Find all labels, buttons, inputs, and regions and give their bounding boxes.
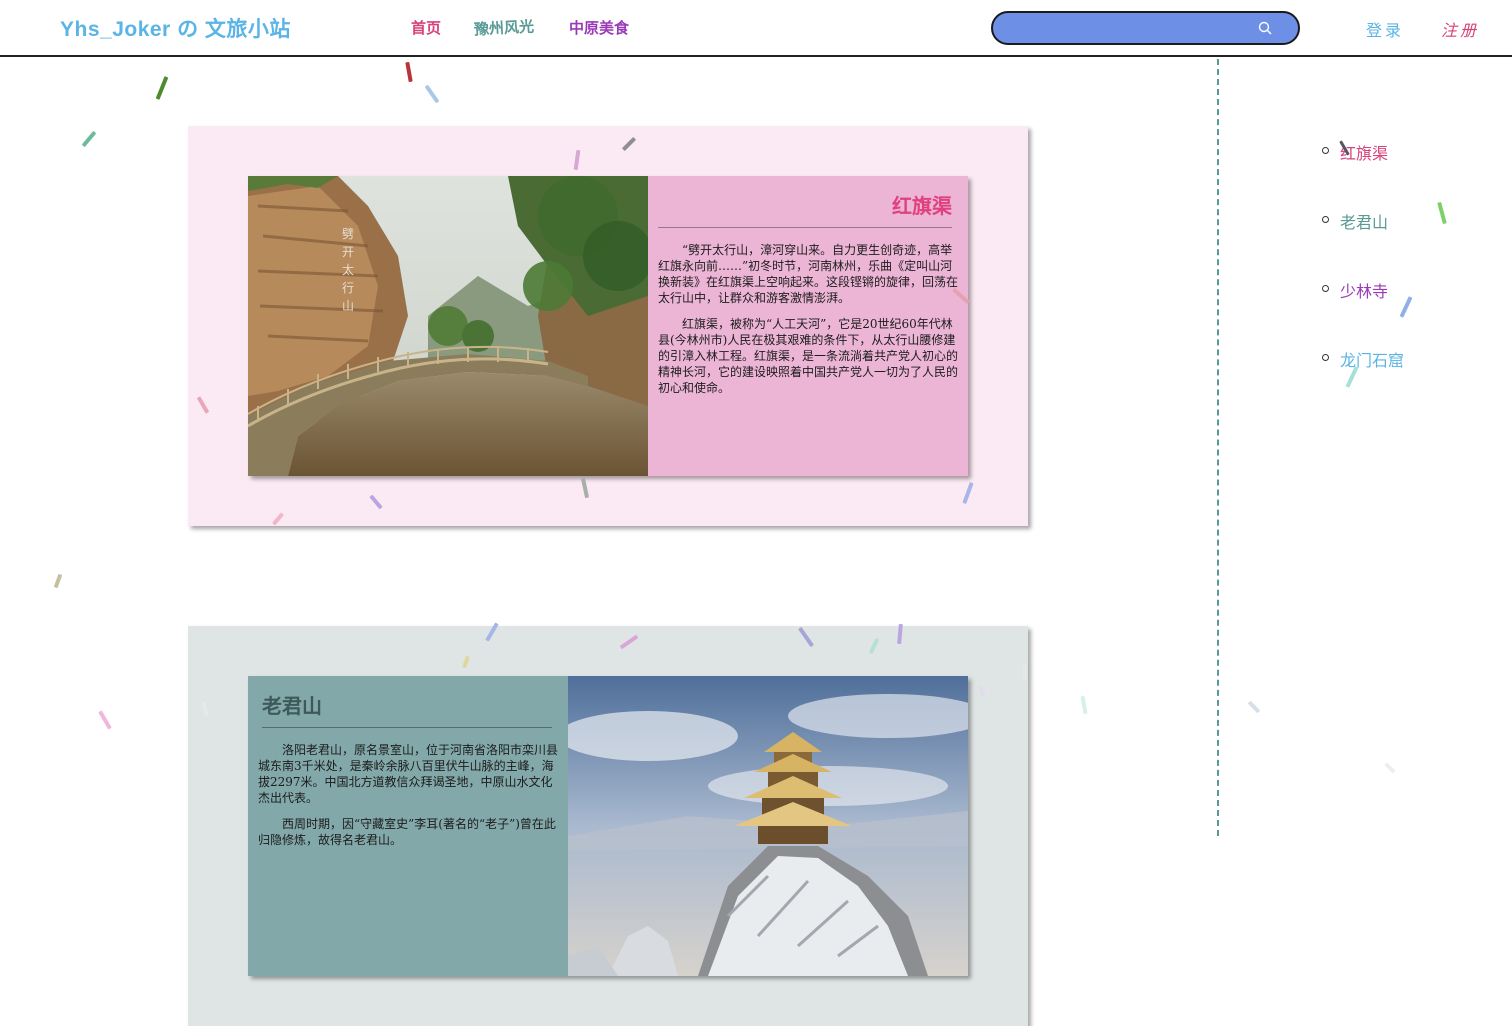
sidebar-divider: [1217, 59, 1219, 836]
svg-text:山: 山: [342, 299, 354, 313]
card-inner: 老君山 洛阳老君山，原名景室山，位于河南省洛阳市栾川县城东南3千米处，是秦岭余脉…: [248, 676, 968, 976]
confetti-piece: [1023, 664, 1027, 680]
svg-text:开: 开: [342, 245, 354, 259]
confetti-piece: [1437, 201, 1447, 225]
svg-text:太: 太: [342, 262, 354, 277]
bullet-icon: [1322, 147, 1329, 154]
card-title: 老君山: [262, 690, 552, 728]
svg-text:劈: 劈: [342, 226, 354, 241]
nav-scenery-link[interactable]: 豫州风光: [473, 15, 535, 39]
site-logo[interactable]: Yhs_Joker の 文旅小站: [60, 13, 291, 43]
confetti-piece: [1247, 700, 1261, 714]
confetti-piece: [424, 84, 440, 104]
confetti-piece: [1384, 762, 1396, 774]
nav-home-link[interactable]: 首页: [411, 17, 441, 38]
confetti-piece: [53, 573, 63, 589]
laojunshan-photo: [568, 676, 968, 976]
sidebar-item-label: 龙门石窟: [1340, 353, 1405, 370]
bullet-icon: [1322, 285, 1329, 292]
sidebar-item-label: 少林寺: [1340, 284, 1389, 301]
confetti-piece: [81, 130, 97, 148]
card-title: 红旗渠: [658, 190, 952, 228]
card-inner: 劈开太行山 红旗渠 “劈开太行山，漳河穿山来。自力更生创奇迹，高举红旗永向前………: [248, 176, 968, 476]
confetti-piece: [1399, 296, 1413, 318]
card-paragraph: 西周时期，因“守藏室史”李耳(著名的“老子”)曾在此归隐修炼，故得名老君山。: [258, 817, 556, 847]
top-header: Yhs_Joker の 文旅小站 首页 豫州风光 中原美食 登录 注册: [0, 0, 1512, 57]
search-input[interactable]: [1007, 19, 1247, 39]
confetti-piece: [98, 710, 112, 730]
attraction-card-laojunshan: 老君山 洛阳老君山，原名景室山，位于河南省洛阳市栾川县城东南3千米处，是秦岭余脉…: [188, 626, 1028, 1026]
search-box: [991, 11, 1300, 45]
card-paragraph: 红旗渠，被称为“人工天河”，它是20世纪60年代林县(今林州市)人民在极其艰难的…: [658, 317, 959, 395]
search-icon[interactable]: [1258, 21, 1272, 35]
svg-text:行: 行: [342, 281, 354, 295]
register-link[interactable]: 注册: [1441, 17, 1479, 41]
hongqiqu-photo: 劈开太行山: [248, 176, 648, 476]
attraction-card-hongqiqu: 劈开太行山 红旗渠 “劈开太行山，漳河穿山来。自力更生创奇迹，高举红旗永向前………: [188, 126, 1028, 526]
laojunshan-text-panel: 老君山 洛阳老君山，原名景室山，位于河南省洛阳市栾川县城东南3千米处，是秦岭余脉…: [248, 676, 568, 976]
confetti-piece: [1080, 695, 1088, 715]
hongqiqu-text-panel: 红旗渠 “劈开太行山，漳河穿山来。自力更生创奇迹，高举红旗永向前……”初冬时节，…: [648, 176, 968, 476]
card-paragraph: 洛阳老君山，原名景室山，位于河南省洛阳市栾川县城东南3千米处，是秦岭余脉八百里伏…: [258, 743, 559, 805]
sidebar-item-label: 老君山: [1340, 215, 1389, 232]
login-link[interactable]: 登录: [1366, 17, 1404, 41]
bullet-icon: [1322, 216, 1329, 223]
bullet-icon: [1322, 354, 1329, 361]
confetti-piece: [405, 61, 413, 83]
confetti-piece: [155, 76, 169, 100]
nav-food-link[interactable]: 中原美食: [569, 17, 629, 38]
card-paragraph: “劈开太行山，漳河穿山来。自力更生创奇迹，高举红旗永向前……”初冬时节，河南林州…: [658, 243, 959, 305]
